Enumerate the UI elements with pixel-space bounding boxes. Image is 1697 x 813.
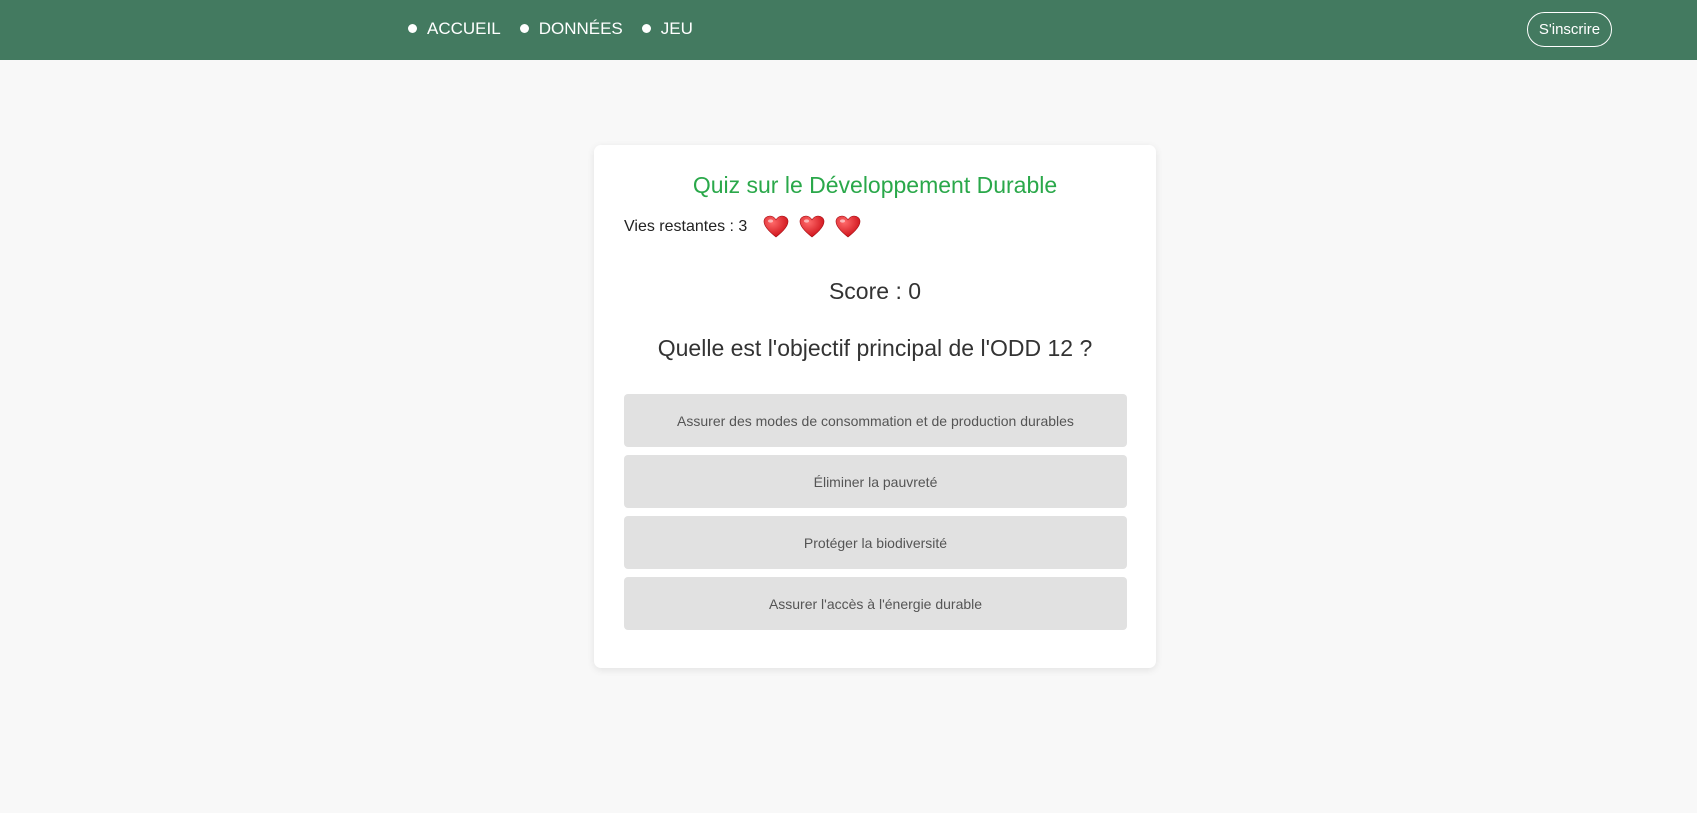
quiz-title: Quiz sur le Développement Durable (692, 172, 1058, 198)
bullet-icon (641, 24, 651, 33)
top-navbar: ACCUEIL DONNÉES JEU S'inscrire (0, 0, 1697, 60)
heart-icon (763, 215, 789, 239)
nav-links: ACCUEIL DONNÉES JEU (408, 0, 712, 57)
nav-link-accueil[interactable]: ACCUEIL (408, 19, 501, 39)
nav-link-jeu[interactable]: JEU (641, 18, 693, 39)
lives-label: Vies restantes : 3 (624, 218, 748, 235)
bullet-icon (408, 24, 417, 33)
nav-link-label: DONNÉES (538, 18, 623, 38)
quiz-card: Quiz sur le Développement Durable Vies r… (594, 145, 1156, 668)
answer-button[interactable]: Protéger la biodiversité (624, 516, 1127, 569)
answer-button[interactable]: Assurer l'accès à l'énergie durable (624, 577, 1127, 630)
nav-link-label: ACCUEIL (427, 18, 501, 38)
nav-link-label: JEU (660, 18, 693, 38)
answer-button[interactable]: Éliminer la pauvreté (624, 455, 1127, 508)
bullet-icon (519, 24, 529, 33)
question-text: Quelle est l'objectif principal de l'ODD… (657, 335, 1093, 361)
heart-icon (835, 215, 861, 239)
heart-icon (799, 215, 825, 239)
score-display: Score : 0 (828, 278, 922, 304)
answer-button[interactable]: Assurer des modes de consommation et de … (624, 394, 1127, 447)
answer-list: Assurer des modes de consommation et de … (624, 394, 1127, 638)
nav-link-donnees[interactable]: DONNÉES (519, 18, 623, 39)
signup-button[interactable]: S'inscrire (1527, 12, 1612, 47)
lives-indicator: Vies restantes : 3 (624, 215, 861, 239)
